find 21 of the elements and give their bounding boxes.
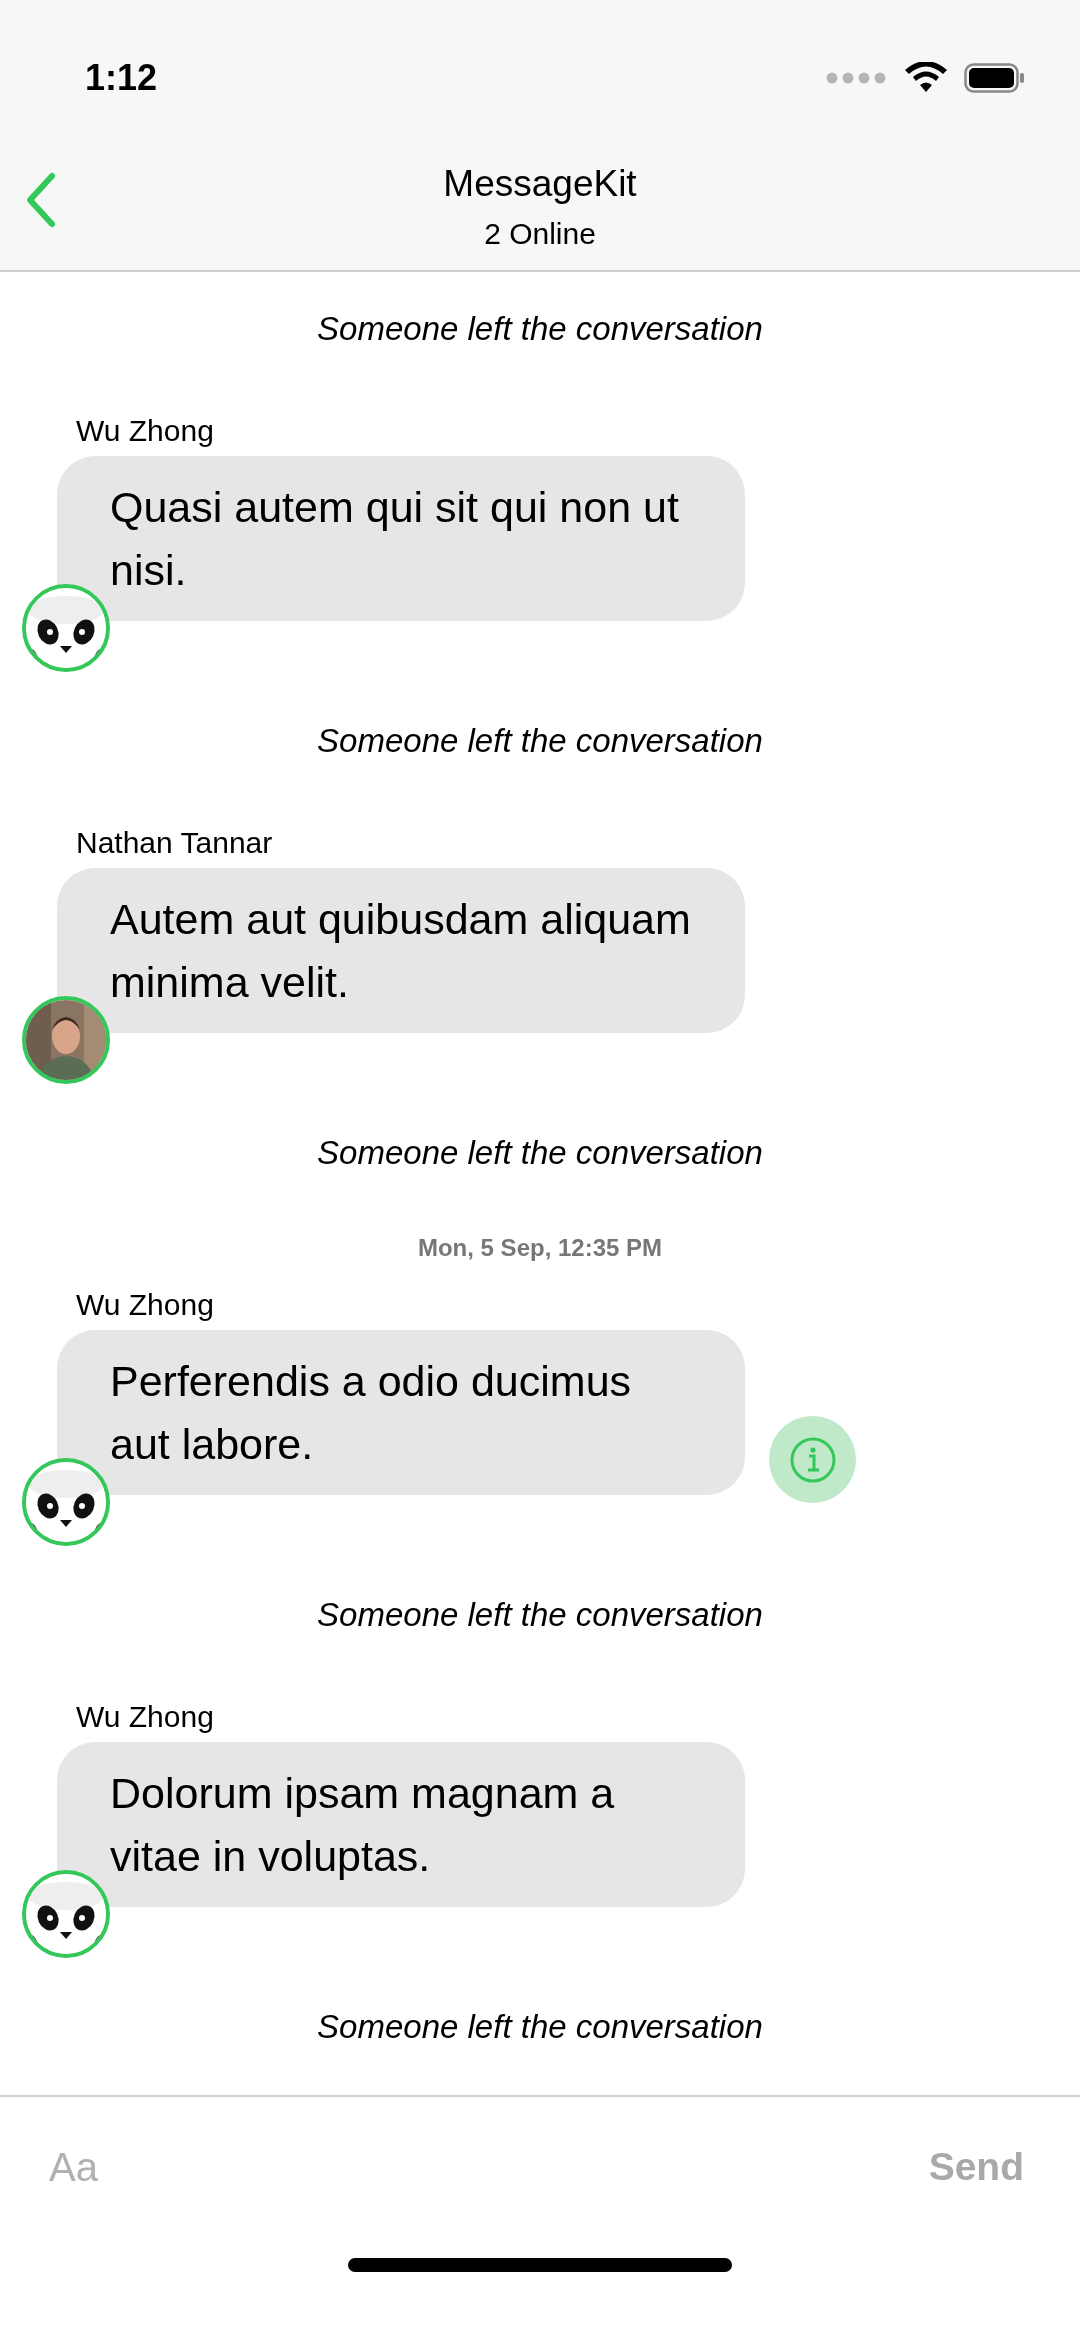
battery-icon — [964, 62, 1026, 93]
message-bubble[interactable]: Quasi autem qui sit qui non ut nisi. — [57, 456, 745, 621]
signal-icon — [826, 71, 888, 84]
online-count: 2 Online — [484, 217, 596, 251]
sender-name: Wu Zhong — [76, 1700, 214, 1733]
system-message: Someone left the conversation — [317, 1134, 763, 1172]
system-message: Someone left the conversation — [317, 310, 763, 348]
timestamp: Mon, 5 Sep, 12:35 PM — [417, 1234, 663, 1262]
sender-name: Wu Zhong — [76, 1288, 214, 1321]
message-bubble[interactable]: Autem aut quibusdam aliquam minima velit. — [57, 868, 745, 1033]
message-input[interactable]: Aa — [49, 2144, 649, 2190]
message-bubble[interactable]: Perferendis a odio ducimus aut labore. — [57, 1330, 745, 1495]
system-message: Someone left the conversation — [317, 2008, 763, 2046]
wifi-icon — [904, 61, 948, 94]
chat-title: MessageKit — [443, 163, 637, 205]
system-message: Someone left the conversation — [317, 1596, 763, 1634]
status-time: 1:12 — [85, 56, 158, 99]
sender-name: Wu Zhong — [76, 414, 214, 447]
message-bubble[interactable]: Dolorum ipsam magnam a vitae in voluptas. — [57, 1742, 745, 1907]
system-message: Someone left the conversation — [317, 722, 763, 760]
sender-name: Nathan Tannar — [76, 826, 273, 859]
